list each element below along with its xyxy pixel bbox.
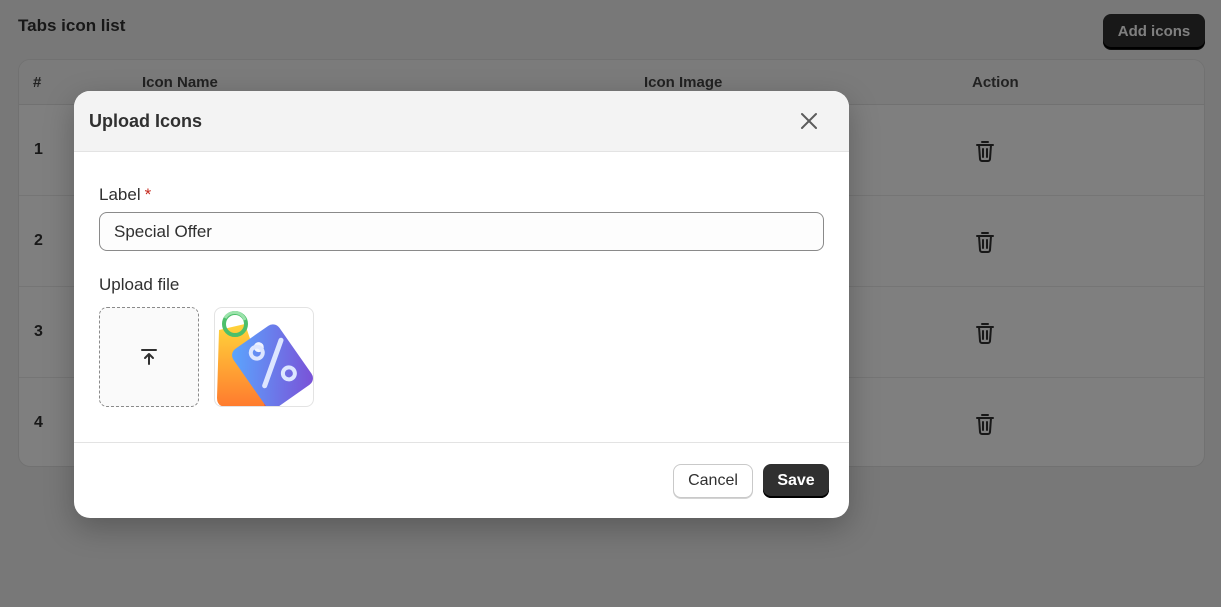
upload-file-label: Upload file <box>99 275 180 294</box>
required-marker: * <box>144 185 152 204</box>
uploaded-image-thumbnail[interactable] <box>214 307 314 407</box>
save-button[interactable]: Save <box>763 464 829 498</box>
label-input[interactable] <box>99 212 824 251</box>
modal-title: Upload Icons <box>89 111 203 131</box>
close-icon <box>801 113 817 129</box>
cancel-button[interactable]: Cancel <box>673 464 753 498</box>
discount-tag-image <box>217 311 313 406</box>
label-text: Label <box>99 185 141 204</box>
upload-dropzone[interactable] <box>99 307 199 407</box>
upload-icons-modal: Upload Icons Label* Upload file <box>74 91 849 518</box>
upload-icon <box>141 349 157 365</box>
label-field-label: Label * <box>99 185 151 205</box>
modal-header: Upload Icons <box>74 91 849 152</box>
modal-footer: Cancel Save <box>74 442 849 518</box>
close-button[interactable] <box>796 108 822 134</box>
